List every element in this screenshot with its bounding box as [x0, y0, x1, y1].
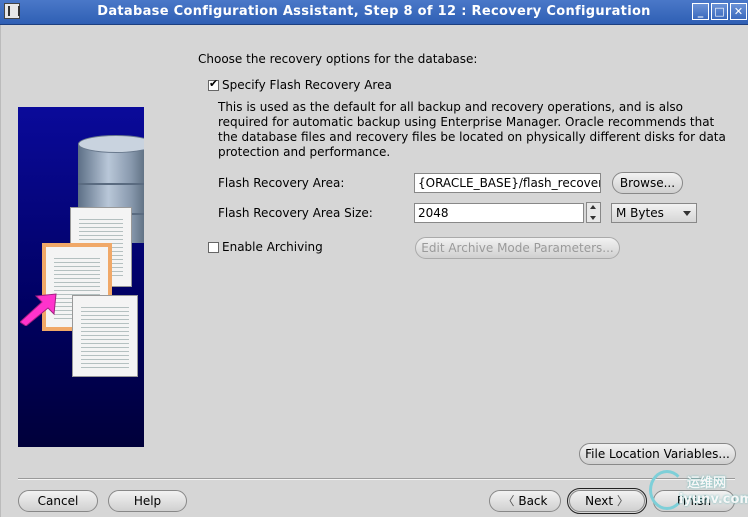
watermark-line1: 运维网	[687, 476, 727, 491]
chevron-right-icon: 〉	[616, 494, 629, 508]
flash-recovery-checkbox-label[interactable]: Specify Flash Recovery Area	[222, 78, 392, 92]
title-bar: Database Configuration Assistant, Step 8…	[0, 0, 748, 25]
browse-button[interactable]: Browse...	[612, 172, 683, 194]
next-label: Next	[585, 494, 614, 508]
chevron-left-icon: 〈	[502, 494, 515, 508]
enable-archiving-checkbox[interactable]	[208, 242, 219, 253]
next-button[interactable]: Next 〉	[567, 488, 647, 514]
flash-recovery-area-input[interactable]: {ORACLE_BASE}/flash_recovery_	[414, 173, 601, 193]
maximize-button[interactable]: □	[711, 3, 728, 20]
minimize-button[interactable]: _	[692, 3, 709, 20]
close-button[interactable]: ✕	[730, 3, 747, 20]
dialog-content: Choose the recovery options for the data…	[0, 25, 748, 517]
enable-archiving-label[interactable]: Enable Archiving	[222, 240, 323, 254]
back-label: Back	[518, 494, 548, 508]
flash-recovery-size-input[interactable]: 2048	[414, 203, 584, 223]
site-watermark: 运维网 iyunv.com	[647, 468, 748, 514]
size-unit-value: M Bytes	[616, 206, 664, 220]
document-icon	[72, 295, 138, 377]
pointer-arrow-icon	[20, 293, 57, 326]
edit-archive-params-button[interactable]: Edit Archive Mode Parameters...	[415, 237, 620, 259]
flash-recovery-description: This is used as the default for all back…	[218, 100, 726, 159]
flash-recovery-checkbox[interactable]	[208, 77, 219, 91]
chevron-down-icon	[683, 211, 691, 216]
file-location-variables-button[interactable]: File Location Variables...	[579, 443, 736, 465]
help-button[interactable]: Help	[108, 490, 187, 512]
window-title: Database Configuration Assistant, Step 8…	[97, 4, 651, 19]
instruction-text: Choose the recovery options for the data…	[198, 52, 478, 66]
size-spinner[interactable]	[586, 202, 601, 223]
wizard-illustration	[18, 107, 144, 447]
watermark-line2: iyunv.com	[679, 492, 748, 507]
flash-recovery-area-label: Flash Recovery Area:	[218, 176, 345, 190]
flash-recovery-size-label: Flash Recovery Area Size:	[218, 206, 373, 220]
size-unit-select[interactable]: M Bytes	[611, 203, 697, 223]
cancel-button[interactable]: Cancel	[18, 490, 98, 512]
footer-separator	[18, 478, 735, 480]
back-button[interactable]: 〈 Back	[489, 490, 561, 512]
